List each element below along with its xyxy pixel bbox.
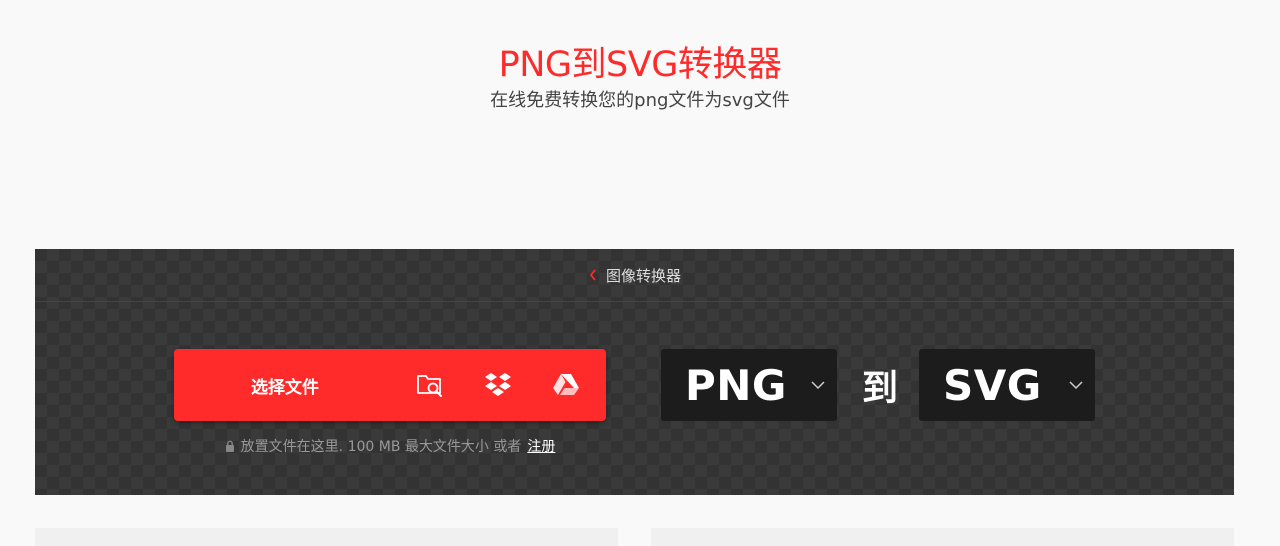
from-format-label: PNG [685, 360, 787, 410]
choose-file-button[interactable]: 选择文件 [174, 373, 396, 398]
dropbox-icon [485, 373, 511, 396]
lock-icon [225, 440, 234, 452]
folder-search-icon [417, 375, 442, 397]
page-subtitle: 在线免费转换您的png文件为svg文件 [490, 90, 790, 111]
chevron-down-icon [1069, 381, 1083, 389]
to-label: 到 [861, 368, 898, 409]
to-format-select[interactable]: SVG [919, 349, 1095, 421]
from-device-button[interactable] [396, 349, 464, 421]
breadcrumb-label: 图像转换器 [605, 266, 681, 285]
google-drive-icon [553, 374, 579, 395]
signup-link[interactable]: 注册 [527, 436, 555, 456]
to-format-label: SVG [943, 360, 1042, 410]
drop-note-text: 放置文件在这里. 100 MB 最大文件大小 或者 [240, 439, 522, 455]
choose-file-button-group: 选择文件 [174, 349, 606, 421]
converter-panel: 图像转换器 选择文件 放置文件在这里. 100 MB 最大文件大小 或者 注册 … [35, 249, 1234, 495]
info-card-right [651, 528, 1234, 546]
info-card-left [35, 528, 618, 546]
page: PNG到SVG转换器 在线免费转换您的png文件为svg文件 图像转换器 选择文… [0, 0, 1280, 546]
breadcrumb-image-converter[interactable]: 图像转换器 [588, 265, 681, 286]
from-dropbox-button[interactable] [464, 349, 532, 421]
from-google-drive-button[interactable] [532, 349, 600, 421]
page-title: PNG到SVG转换器 [498, 45, 782, 85]
chevron-left-icon [589, 269, 596, 281]
panel-header: 图像转换器 [35, 249, 1234, 302]
from-format-select[interactable]: PNG [661, 349, 837, 421]
chevron-down-icon [811, 381, 825, 389]
drop-note: 放置文件在这里. 100 MB 最大文件大小 或者 注册 [174, 436, 606, 456]
